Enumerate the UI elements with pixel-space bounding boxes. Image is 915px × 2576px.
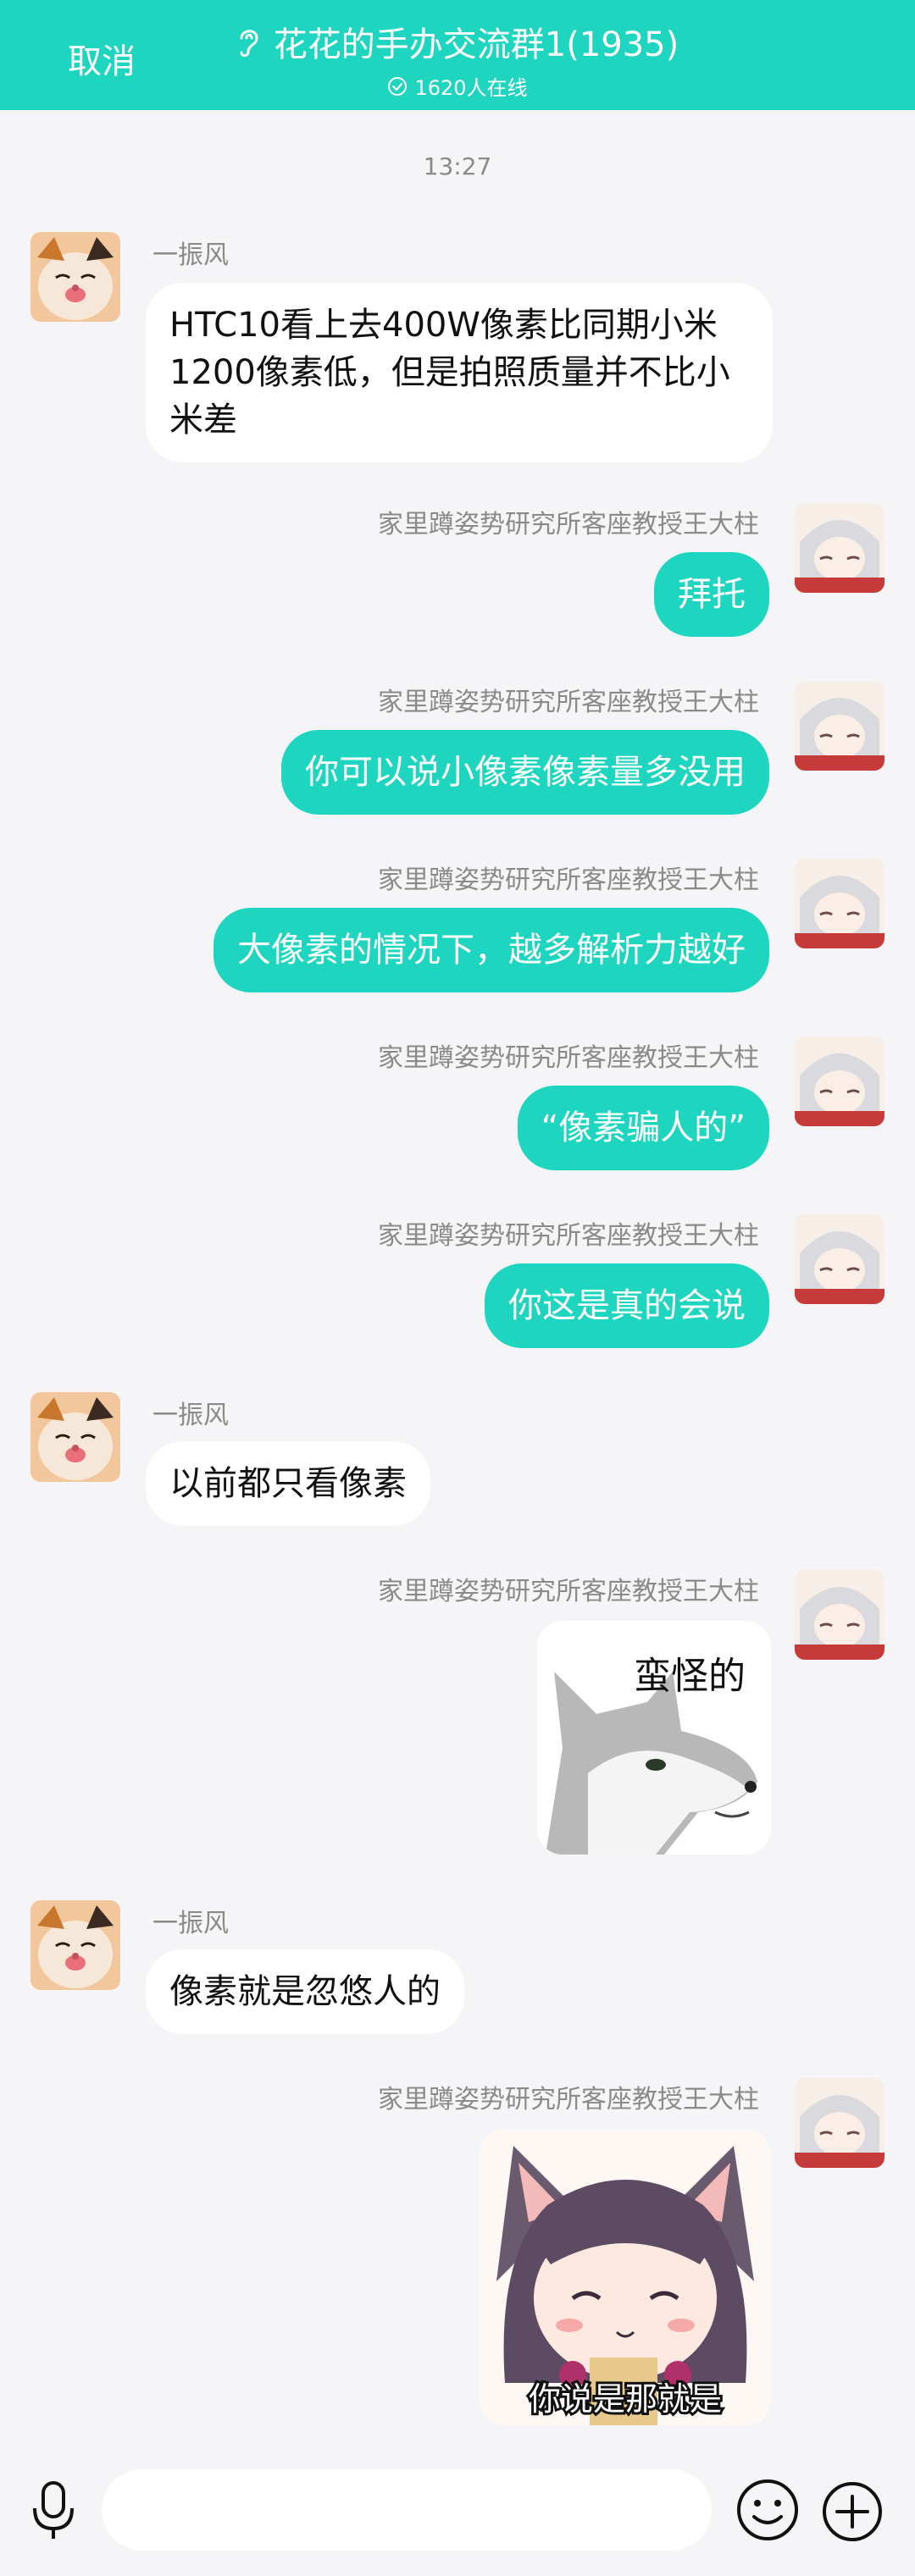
message-bubble[interactable]: 你可以说小像素像素量多没用 (281, 730, 769, 815)
title-area: 花花的手办交流群1(1935) 1620人在线 (0, 17, 915, 101)
online-status: 1620人在线 (0, 71, 915, 101)
title-row: 花花的手办交流群1(1935) (236, 17, 679, 66)
avatar-anime[interactable] (795, 2078, 884, 2168)
avatar-anime[interactable] (795, 681, 884, 771)
sender-name: 家里蹲姿势研究所客座教授王大柱 (378, 1221, 759, 1251)
avatar-anime[interactable] (795, 1036, 884, 1126)
avatar-cat[interactable] (30, 1900, 120, 1990)
avatar-anime[interactable] (795, 859, 884, 948)
message-input[interactable] (102, 2469, 712, 2551)
cat-avatar-image (30, 1392, 120, 1482)
message-bubble[interactable]: 大像素的情况下，越多解析力越好 (214, 908, 769, 992)
anime-avatar-image (795, 681, 884, 771)
chat-header: 取消 花花的手办交流群1(1935) 1620人在线 (0, 0, 915, 110)
message-timestamp: 13:27 (423, 152, 492, 180)
message-bubble[interactable]: 像素就是忽悠人的 (146, 1949, 464, 2034)
avatar-anime[interactable] (795, 503, 884, 593)
composer-bar (0, 2456, 915, 2576)
sticker-caption: 你说是那就是 (529, 2380, 722, 2418)
check-circle-icon (388, 76, 408, 96)
online-count: 1620人在线 (414, 76, 528, 100)
anime-avatar-image (795, 1214, 884, 1304)
group-title: 花花的手办交流群1(1935) (273, 25, 679, 64)
sender-name: 家里蹲姿势研究所客座教授王大柱 (378, 510, 759, 539)
message-bubble[interactable]: 你这是真的会说 (485, 1263, 769, 1348)
husky-sticker-message[interactable]: 蛮怪的 (537, 1621, 771, 1855)
anime-avatar-image (795, 503, 884, 593)
message-bubble[interactable]: 拜托 (654, 552, 769, 637)
message-bubble[interactable]: 以前都只看像素 (146, 1441, 430, 1526)
sender-name: 一振风 (152, 240, 229, 270)
sender-name: 一振风 (152, 1909, 229, 1938)
sender-name: 家里蹲姿势研究所客座教授王大柱 (378, 1577, 759, 1606)
husky-sticker-image: 蛮怪的 (537, 1621, 771, 1855)
anime-sticker-message[interactable]: 你说是那就是 (480, 2129, 771, 2425)
anime-avatar-image (795, 859, 884, 948)
cat-avatar-image (30, 232, 120, 322)
anime-avatar-image (795, 2078, 884, 2168)
sender-name: 一振风 (152, 1401, 229, 1430)
avatar-cat[interactable] (30, 232, 120, 322)
anime-sticker-image: 你说是那就是 (480, 2129, 771, 2425)
smile-icon[interactable] (734, 2476, 801, 2544)
sticker-caption: 蛮怪的 (634, 1655, 746, 1698)
anime-avatar-image (795, 1036, 884, 1126)
microphone-icon[interactable] (30, 2481, 76, 2540)
avatar-anime[interactable] (795, 1570, 884, 1660)
avatar-anime[interactable] (795, 1214, 884, 1304)
plus-circle-icon[interactable] (820, 2479, 884, 2544)
sender-name: 家里蹲姿势研究所客座教授王大柱 (378, 2085, 759, 2114)
ear-icon (240, 30, 258, 58)
message-bubble[interactable]: HTC10看上去400W像素比同期小米1200像素低，但是拍照质量并不比小米差 (146, 283, 773, 462)
message-bubble[interactable]: “像素骗人的” (517, 1086, 769, 1170)
sender-name: 家里蹲姿势研究所客座教授王大柱 (378, 1043, 759, 1073)
sender-name: 家里蹲姿势研究所客座教授王大柱 (378, 865, 759, 895)
sender-name: 家里蹲姿势研究所客座教授王大柱 (378, 688, 759, 717)
anime-avatar-image (795, 1570, 884, 1660)
avatar-cat[interactable] (30, 1392, 120, 1482)
cat-avatar-image (30, 1900, 120, 1990)
